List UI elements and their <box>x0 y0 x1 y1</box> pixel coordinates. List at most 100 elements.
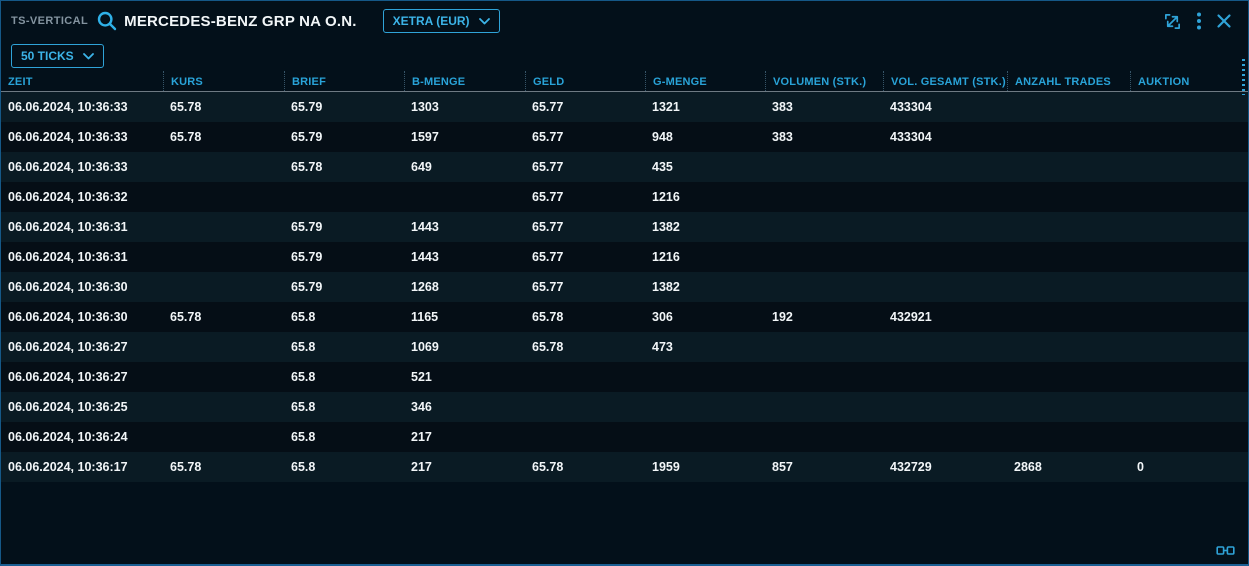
table-body: 06.06.2024, 10:36:3365.7865.79130365.771… <box>1 92 1248 482</box>
cell-b_menge: 217 <box>404 430 525 444</box>
ticks-widget-window: TS-VERTICAL MERCEDES-BENZ GRP NA O.N. XE… <box>0 0 1249 566</box>
cell-g_menge: 1382 <box>645 220 765 234</box>
cell-vol_gesamt_stk: 432729 <box>883 460 1007 474</box>
cell-geld: 65.78 <box>525 310 645 324</box>
cell-volumen_stk: 192 <box>765 310 883 324</box>
cell-zeit: 06.06.2024, 10:36:32 <box>1 190 163 204</box>
table-row[interactable]: 06.06.2024, 10:36:3165.79144365.771382 <box>1 212 1248 242</box>
widget-type-label: TS-VERTICAL <box>11 15 88 27</box>
table-row[interactable]: 06.06.2024, 10:36:3365.7864965.77435 <box>1 152 1248 182</box>
cell-b_menge: 217 <box>404 460 525 474</box>
cell-brief: 65.8 <box>284 400 404 414</box>
cell-volumen_stk: 383 <box>765 100 883 114</box>
ticks-table: ZEITKURSBRIEFB-MENGEGELDG-MENGEVOLUMEN (… <box>1 71 1248 482</box>
cell-g_menge: 1382 <box>645 280 765 294</box>
cell-b_menge: 346 <box>404 400 525 414</box>
table-row[interactable]: 06.06.2024, 10:36:24 65.8217 <box>1 422 1248 452</box>
cell-vol_gesamt_stk: 432921 <box>883 310 1007 324</box>
instrument-title: MERCEDES-BENZ GRP NA O.N. <box>124 13 357 30</box>
ticks-toolbar: 50 TICKS <box>1 41 1248 71</box>
cell-zeit: 06.06.2024, 10:36:33 <box>1 130 163 144</box>
menu-button[interactable] <box>1196 11 1202 31</box>
cell-geld: 65.77 <box>525 160 645 174</box>
table-row[interactable]: 06.06.2024, 10:36:3165.79144365.771216 <box>1 242 1248 272</box>
cell-kurs: 65.78 <box>163 100 284 114</box>
cell-auktion: 0 <box>1130 460 1248 474</box>
column-header-volumen_stk: VOLUMEN (STK.) <box>765 71 883 91</box>
cell-brief: 65.8 <box>284 310 404 324</box>
table-row[interactable]: 06.06.2024, 10:36:27 65.8521 <box>1 362 1248 392</box>
cell-geld: 65.77 <box>525 220 645 234</box>
column-header-g_menge: G-MENGE <box>645 71 765 91</box>
column-header-auktion: AUKTION <box>1130 71 1248 91</box>
cell-volumen_stk: 857 <box>765 460 883 474</box>
cell-g_menge: 1959 <box>645 460 765 474</box>
cell-brief: 65.8 <box>284 430 404 444</box>
exchange-select-value: XETRA (EUR) <box>393 14 470 28</box>
cell-zeit: 06.06.2024, 10:36:17 <box>1 460 163 474</box>
column-header-zeit: ZEIT <box>1 71 163 91</box>
ticks-count-select[interactable]: 50 TICKS <box>11 44 104 68</box>
exchange-select[interactable]: XETRA (EUR) <box>383 9 500 33</box>
table-row[interactable]: 06.06.2024, 10:36:3365.7865.79159765.779… <box>1 122 1248 152</box>
ticks-count-value: 50 TICKS <box>21 49 74 63</box>
link-windows-button[interactable] <box>1216 544 1235 557</box>
column-header-b_menge: B-MENGE <box>404 71 525 91</box>
cell-zeit: 06.06.2024, 10:36:30 <box>1 310 163 324</box>
cell-zeit: 06.06.2024, 10:36:31 <box>1 220 163 234</box>
cell-geld: 65.77 <box>525 190 645 204</box>
cell-zeit: 06.06.2024, 10:36:24 <box>1 430 163 444</box>
table-header-row: ZEITKURSBRIEFB-MENGEGELDG-MENGEVOLUMEN (… <box>1 71 1248 92</box>
cell-zeit: 06.06.2024, 10:36:27 <box>1 370 163 384</box>
cell-geld: 65.78 <box>525 340 645 354</box>
cell-geld: 65.77 <box>525 250 645 264</box>
column-header-geld: GELD <box>525 71 645 91</box>
cell-b_menge: 1597 <box>404 130 525 144</box>
table-row[interactable]: 06.06.2024, 10:36:1765.7865.821765.78195… <box>1 452 1248 482</box>
table-row[interactable]: 06.06.2024, 10:36:3365.7865.79130365.771… <box>1 92 1248 122</box>
cell-b_menge: 1069 <box>404 340 525 354</box>
cell-zeit: 06.06.2024, 10:36:25 <box>1 400 163 414</box>
table-row[interactable]: 06.06.2024, 10:36:25 65.8346 <box>1 392 1248 422</box>
widget-header-bar: TS-VERTICAL MERCEDES-BENZ GRP NA O.N. XE… <box>1 1 1248 41</box>
cell-brief: 65.78 <box>284 160 404 174</box>
cell-brief: 65.8 <box>284 340 404 354</box>
cell-geld: 65.78 <box>525 460 645 474</box>
close-icon <box>1216 13 1232 29</box>
expand-button[interactable] <box>1163 12 1182 31</box>
expand-icon <box>1163 12 1182 31</box>
cell-kurs: 65.78 <box>163 130 284 144</box>
cell-b_menge: 1165 <box>404 310 525 324</box>
column-header-kurs: KURS <box>163 71 284 91</box>
chevron-down-icon <box>83 53 94 60</box>
search-button[interactable] <box>96 10 118 32</box>
cell-zeit: 06.06.2024, 10:36:30 <box>1 280 163 294</box>
table-row[interactable]: 06.06.2024, 10:36:3265.771216 <box>1 182 1248 212</box>
cell-brief: 65.79 <box>284 250 404 264</box>
cell-volumen_stk: 383 <box>765 130 883 144</box>
cell-zeit: 06.06.2024, 10:36:33 <box>1 100 163 114</box>
cell-g_menge: 435 <box>645 160 765 174</box>
chevron-down-icon <box>479 18 490 25</box>
cell-kurs: 65.78 <box>163 460 284 474</box>
cell-brief: 65.79 <box>284 130 404 144</box>
cell-zeit: 06.06.2024, 10:36:33 <box>1 160 163 174</box>
vertical-scrollbar-thumb[interactable] <box>1242 59 1245 95</box>
column-header-brief: BRIEF <box>284 71 404 91</box>
close-button[interactable] <box>1216 13 1232 29</box>
cell-vol_gesamt_stk: 433304 <box>883 100 1007 114</box>
cell-b_menge: 1443 <box>404 250 525 264</box>
cell-geld: 65.77 <box>525 280 645 294</box>
table-row[interactable]: 06.06.2024, 10:36:3065.79126865.771382 <box>1 272 1248 302</box>
cell-geld: 65.77 <box>525 100 645 114</box>
cell-b_menge: 521 <box>404 370 525 384</box>
cell-brief: 65.8 <box>284 370 404 384</box>
table-row[interactable]: 06.06.2024, 10:36:27 65.8106965.78473 <box>1 332 1248 362</box>
cell-kurs: 65.78 <box>163 310 284 324</box>
cell-geld: 65.77 <box>525 130 645 144</box>
cell-brief: 65.8 <box>284 460 404 474</box>
cell-g_menge: 948 <box>645 130 765 144</box>
cell-zeit: 06.06.2024, 10:36:27 <box>1 340 163 354</box>
table-row[interactable]: 06.06.2024, 10:36:3065.7865.8116565.7830… <box>1 302 1248 332</box>
cell-g_menge: 473 <box>645 340 765 354</box>
